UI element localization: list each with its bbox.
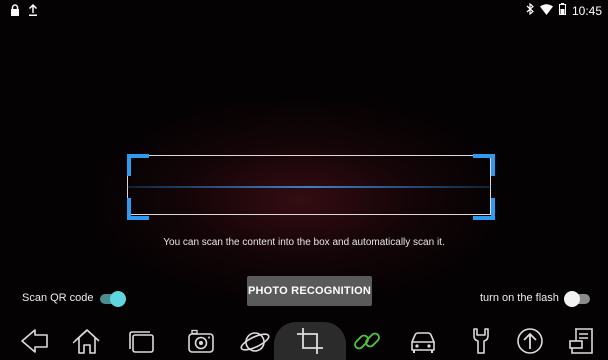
toggle-knob xyxy=(564,291,580,307)
scan-corner-bottom-left xyxy=(127,198,149,220)
photo-recognition-button[interactable]: PHOTO RECOGNITION xyxy=(247,276,372,306)
car-icon[interactable] xyxy=(401,322,445,360)
recent-apps-icon[interactable] xyxy=(120,322,164,360)
status-bar: 10:45 xyxy=(0,0,608,20)
scan-corner-top-left xyxy=(127,154,149,176)
scan-line xyxy=(127,186,491,188)
battery-icon xyxy=(558,3,566,18)
link-icon[interactable] xyxy=(345,322,389,360)
report-icon[interactable] xyxy=(560,322,604,360)
back-icon[interactable] xyxy=(13,322,57,360)
browser-icon[interactable] xyxy=(233,322,277,360)
scan-frame xyxy=(127,155,491,215)
flash-label: turn on the flash xyxy=(480,292,559,304)
crop-icon[interactable] xyxy=(274,322,346,360)
nav-bar xyxy=(0,322,608,360)
wrench-icon[interactable] xyxy=(459,322,503,360)
camera-icon[interactable] xyxy=(179,322,223,360)
scan-qr-toggle[interactable] xyxy=(100,291,126,307)
flash-toggle[interactable] xyxy=(564,291,590,307)
home-icon[interactable] xyxy=(65,322,109,360)
lock-icon xyxy=(10,3,20,21)
status-time: 10:45 xyxy=(571,3,602,18)
wifi-icon xyxy=(539,3,553,18)
scanner-screen: 10:45 You can scan the content into the … xyxy=(0,0,608,360)
upload-circle-icon[interactable] xyxy=(508,322,552,360)
upload-icon xyxy=(28,3,38,21)
scan-corner-bottom-right xyxy=(473,198,495,220)
bluetooth-icon xyxy=(526,2,534,18)
scan-corner-top-right xyxy=(473,154,495,176)
scan-hint: You can scan the content into the box an… xyxy=(163,237,445,248)
toggle-knob xyxy=(110,291,126,307)
scan-qr-label: Scan QR code xyxy=(22,292,94,304)
